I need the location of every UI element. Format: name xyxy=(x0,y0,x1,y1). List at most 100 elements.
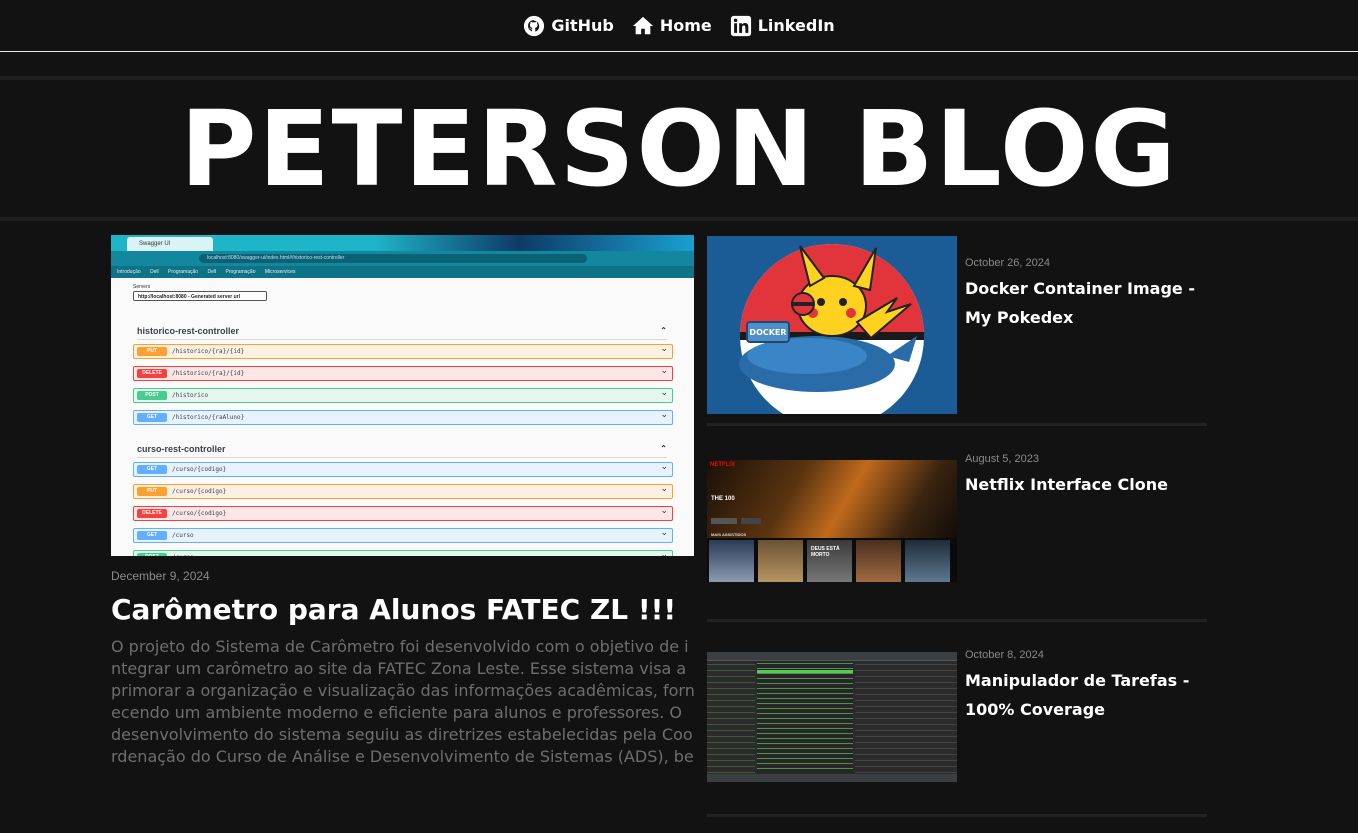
chevron-down-icon: ⌄ xyxy=(660,461,668,471)
swagger-endpoint-row[interactable]: DELETE/historico/{ra}/{id} ⌄ xyxy=(133,365,673,381)
servers-label: Servers xyxy=(133,284,151,290)
docker-box-text: DOCKER xyxy=(749,328,786,337)
swagger-endpoint-path: /curso/{codigo} xyxy=(172,466,227,473)
featured-post-date: December 9, 2024 xyxy=(111,569,210,583)
chevron-down-icon: ⌄ xyxy=(660,527,668,537)
nav-linkedin-link[interactable]: LinkedIn xyxy=(730,15,835,37)
bookmark-5: Programação xyxy=(225,269,256,275)
nav-home-label: Home xyxy=(659,16,712,35)
post-separator-1 xyxy=(707,423,1207,426)
swagger-body: Servers http://localhost:8080 - Generate… xyxy=(111,280,694,556)
browser-tab-title: Swagger UI xyxy=(139,241,171,247)
post-card-tasks[interactable]: October 8, 2024 Manipulador de Tarefas -… xyxy=(707,646,1207,784)
netflix-play-button xyxy=(711,518,737,524)
nav-linkedin-label: LinkedIn xyxy=(757,16,835,35)
chevron-down-icon: ⌄ xyxy=(660,343,668,353)
post-card-docker[interactable]: DOCKER October 26, 2024 Docker Container… xyxy=(707,236,1207,416)
post-card-netflix[interactable]: NETFLIX THE 100 MAIS ASSISTIDOS DEUS EST… xyxy=(707,452,1207,584)
docker-pikachu-illustration: DOCKER xyxy=(707,236,957,414)
swagger-endpoint-path: /historico/{ra}/{id} xyxy=(172,348,245,355)
swagger-endpoint-row[interactable]: POST/historico ⌄ xyxy=(133,387,673,403)
swagger-method-badge: DELETE xyxy=(137,509,167,518)
swagger-endpoint-row[interactable]: GET/historico/{raAluno} ⌄ xyxy=(133,409,673,425)
blog-title: PETERSON BLOG xyxy=(180,88,1178,210)
chevron-up-icon: ⌃ xyxy=(660,326,667,335)
poster-3: DEUS ESTÁ MORTO xyxy=(807,540,852,582)
netflix-row-title: MAIS ASSISTIDOS xyxy=(711,532,747,537)
netflix-list-button xyxy=(741,518,761,524)
swagger-method-badge: GET xyxy=(137,465,167,474)
post-date-tasks: October 8, 2024 xyxy=(965,649,1044,661)
swagger-endpoint-row[interactable]: PUT/curso/{codigo} ⌄ xyxy=(133,483,673,499)
swagger-endpoint-row[interactable]: GET/curso/{codigo} ⌄ xyxy=(133,461,673,477)
ide-editor xyxy=(855,661,957,773)
swagger-group-title: historico-rest-controller xyxy=(137,326,240,336)
swagger-endpoint-row[interactable]: PUT/historico/{ra}/{id} ⌄ xyxy=(133,343,673,359)
poster-5 xyxy=(905,540,950,582)
poster-3-title: DEUS ESTÁ MORTO xyxy=(811,546,840,558)
post-separator-2 xyxy=(707,619,1207,622)
swagger-endpoint-row[interactable]: DELETE/curso/{codigo} ⌄ xyxy=(133,505,673,521)
post-date-netflix: August 5, 2023 xyxy=(965,453,1040,465)
swagger-endpoint-path: /curso xyxy=(172,532,194,539)
swagger-endpoint-path: /curso/{codigo} xyxy=(172,488,227,495)
swagger-endpoint-row[interactable]: POST/curso ⌄ xyxy=(133,549,673,556)
browser-bookmarks: Introdução Dell Programação Dell Program… xyxy=(111,266,694,278)
poster-4 xyxy=(856,540,901,582)
featured-post-image[interactable]: Swagger UI localhost:8080/swagger-ui/ind… xyxy=(111,235,694,556)
nav-github-link[interactable]: GitHub xyxy=(523,15,614,37)
netflix-logo: NETFLIX xyxy=(710,462,735,468)
swagger-method-badge: DELETE xyxy=(137,369,167,378)
swagger-method-badge: GET xyxy=(137,413,167,422)
netflix-hero xyxy=(707,460,957,538)
home-icon xyxy=(632,16,653,34)
featured-post-excerpt: O projeto do Sistema de Carômetro foi de… xyxy=(111,637,695,766)
browser-tab: Swagger UI xyxy=(127,237,213,251)
poster-2 xyxy=(758,540,803,582)
swagger-endpoint-row[interactable]: GET/curso ⌄ xyxy=(133,527,673,543)
browser-url: localhost:8080/swagger-ui/index.html#/hi… xyxy=(199,254,587,263)
server-select-value: http://localhost:8080 - Generated server… xyxy=(138,294,240,300)
post-image-docker[interactable]: DOCKER xyxy=(707,236,957,414)
swagger-endpoint-path: /historico xyxy=(172,392,209,399)
ide-coverage-panel xyxy=(757,661,853,773)
chevron-down-icon: ⌄ xyxy=(660,483,668,493)
post-title-tasks[interactable]: Manipulador de Tarefas - 100% Coverage xyxy=(965,666,1205,724)
swagger-group-header[interactable]: historico-rest-controller ⌃ xyxy=(137,326,667,340)
swagger-group-header[interactable]: curso-rest-controller ⌃ xyxy=(137,444,667,458)
post-separator-3 xyxy=(707,814,1207,817)
bookmark-3: Programação xyxy=(168,269,199,275)
chevron-down-icon: ⌄ xyxy=(660,409,668,419)
nav-home-link[interactable]: Home xyxy=(632,15,712,37)
featured-post-title[interactable]: Carômetro para Alunos FATEC ZL !!! xyxy=(111,593,695,626)
swagger-endpoint-path: /historico/{ra}/{id} xyxy=(172,370,245,377)
bookmark-2: Dell xyxy=(150,269,159,275)
header-rule-bottom xyxy=(0,217,1358,221)
swagger-method-badge: PUT xyxy=(137,487,167,496)
swagger-method-badge: POST xyxy=(137,553,167,556)
linkedin-icon xyxy=(730,15,751,36)
bookmark-4: Dell xyxy=(207,269,217,275)
swagger-endpoint-path: /curso/{codigo} xyxy=(172,510,227,517)
ide-explorer xyxy=(707,661,755,773)
netflix-hero-title: THE 100 xyxy=(711,496,735,502)
top-nav: GitHub Home LinkedIn xyxy=(0,0,1358,52)
swagger-method-badge: PUT xyxy=(137,347,167,356)
featured-post[interactable]: Swagger UI localhost:8080/swagger-ui/ind… xyxy=(111,235,695,768)
swagger-method-badge: POST xyxy=(137,391,167,400)
github-icon xyxy=(524,15,545,36)
post-image-netflix[interactable]: NETFLIX THE 100 MAIS ASSISTIDOS DEUS EST… xyxy=(707,460,957,582)
header-rule-top xyxy=(0,76,1358,80)
bookmark-6: Microservices xyxy=(264,269,296,275)
poster-1 xyxy=(709,540,754,582)
swagger-group-title: curso-rest-controller xyxy=(137,444,226,454)
browser-addressbar: localhost:8080/swagger-ui/index.html#/hi… xyxy=(111,251,694,266)
swagger-endpoint-path: /historico/{raAluno} xyxy=(172,414,245,421)
chevron-down-icon: ⌄ xyxy=(660,505,668,515)
post-title-docker[interactable]: Docker Container Image - My Pokedex xyxy=(965,274,1205,332)
post-image-tasks[interactable] xyxy=(707,652,957,782)
swagger-endpoint-path: /curso xyxy=(172,553,194,556)
chevron-down-icon: ⌄ xyxy=(660,387,668,397)
server-select: http://localhost:8080 - Generated server… xyxy=(133,291,267,301)
post-title-netflix[interactable]: Netflix Interface Clone xyxy=(965,470,1205,499)
